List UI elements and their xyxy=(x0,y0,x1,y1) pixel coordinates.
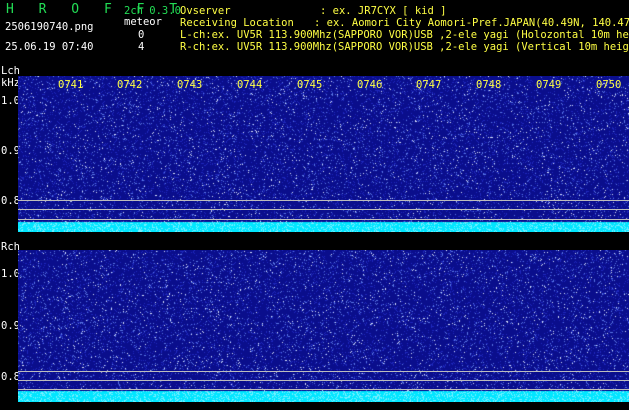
meteor-label: meteor xyxy=(124,16,162,28)
lch-info: L-ch:ex. UV5R 113.900Mhz(SAPPORO VOR)USB… xyxy=(180,29,629,41)
time-label: 0741 xyxy=(58,79,84,91)
rch-ref-line xyxy=(18,371,629,372)
rch-ref-line xyxy=(18,389,629,390)
observer-label: Ovserver xyxy=(180,5,231,17)
time-label: 0746 xyxy=(357,79,383,91)
lch-ref-line xyxy=(18,209,629,210)
time-label: 0750 xyxy=(596,79,622,91)
file-name: 2506190740.png xyxy=(5,21,94,33)
lch-ref-line xyxy=(18,200,629,201)
observer-value: : ex. JR7CYX [ kid ] xyxy=(320,5,447,17)
time-label: 0749 xyxy=(536,79,562,91)
time-label: 0747 xyxy=(416,79,442,91)
location-value: : ex. Aomori City Aomori-Pref.JAPAN(40.4… xyxy=(314,17,629,29)
time-label: 0743 xyxy=(177,79,203,91)
rch-info: R-ch:ex. UV5R 113.900Mhz(SAPPORO VOR)USB… xyxy=(180,41,629,53)
meteor-count-rch: 4 xyxy=(138,41,145,53)
time-label: 0748 xyxy=(476,79,502,91)
meteor-count-lch: 0 xyxy=(138,29,145,41)
time-label: 0745 xyxy=(297,79,323,91)
time-label: 0742 xyxy=(117,79,143,91)
lch-ref-line xyxy=(18,219,629,220)
time-label: 0744 xyxy=(237,79,263,91)
rch-ref-line xyxy=(18,380,629,381)
location-label: Receiving Location xyxy=(180,17,294,29)
datetime: 25.06.19 07:40 xyxy=(5,41,94,53)
